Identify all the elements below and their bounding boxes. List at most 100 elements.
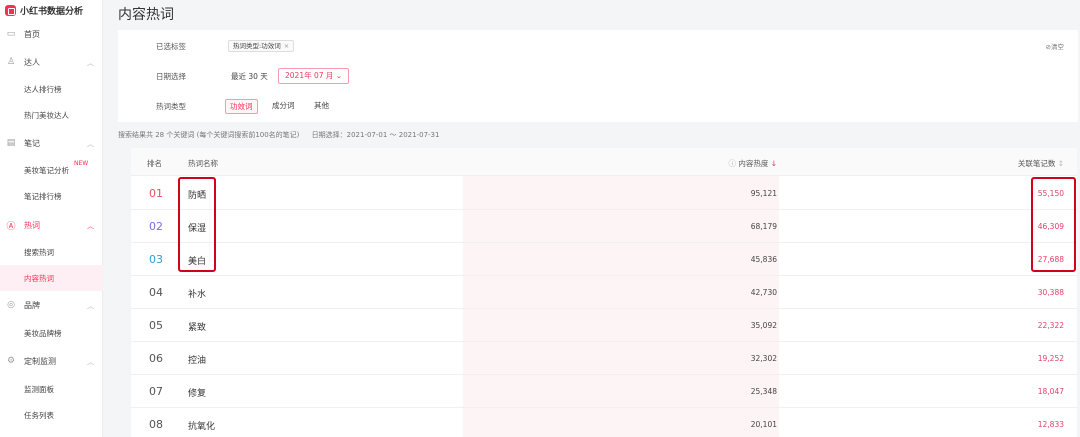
sort-down-icon: ↓	[768, 159, 777, 168]
nav-home[interactable]: ▭ 首页	[0, 21, 103, 47]
row-rank: 06	[149, 352, 163, 365]
row-rank: 03	[149, 253, 163, 266]
nav-monitor-board[interactable]: 监测面板	[0, 376, 103, 402]
hotword-table: 排名 热词名称 ⓘ 内容热度 ↓ 关联笔记数 ↕ 01 防晒 95,121 55…	[131, 148, 1077, 437]
nav-beauty-brand-rank-label: 美妆品牌榜	[24, 328, 62, 338]
info-icon: ⓘ	[728, 159, 739, 168]
header-heat-label: 内容热度	[738, 159, 769, 168]
chevron-up-icon: ︿	[87, 59, 94, 67]
selected-tag-text: 热词类型:功效词	[233, 42, 281, 50]
row-heat: 95,121	[750, 189, 777, 198]
month-value: 2021年 07 月	[285, 71, 334, 80]
clear-button[interactable]: ⊘清空	[1046, 41, 1064, 51]
user-icon: ♙	[6, 57, 16, 67]
chevron-up-icon: ︿	[87, 222, 94, 230]
nav-search-words[interactable]: 搜索热词	[0, 239, 103, 265]
type-option-efficacy[interactable]: 功效词	[225, 98, 258, 114]
row-word: 紧致	[188, 323, 207, 333]
row-heat: 32,302	[750, 354, 777, 363]
row-heat: 25,348	[750, 387, 777, 396]
nav-group-notes[interactable]: ▤ 笔记 ︿	[0, 130, 103, 156]
header-heat[interactable]: ⓘ 内容热度 ↓	[728, 158, 777, 169]
chevron-down-icon: ⌄	[335, 71, 343, 80]
header-word: 热词名称	[188, 159, 218, 168]
row-rank: 04	[149, 286, 163, 299]
chevron-up-icon: ︿	[87, 140, 94, 148]
nav-group-daren[interactable]: ♙ 达人 ︿	[0, 49, 103, 75]
brand[interactable]: 小红书数据分析	[0, 0, 102, 20]
selected-tag[interactable]: 热词类型:功效词 ×	[228, 40, 295, 52]
highlight-box-notes	[1031, 177, 1076, 272]
table-row[interactable]: 02 保湿 68,179 46,309	[131, 210, 1077, 243]
sidebar: 小红书数据分析 ▭ 首页 ♙ 达人 ︿ 达人排行榜 热门美妆达人 ▤ 笔记 ︿ …	[0, 0, 103, 437]
at-icon: Ⓐ	[6, 221, 16, 232]
nav-task-list[interactable]: 任务列表	[0, 402, 103, 428]
close-icon[interactable]: ×	[284, 42, 289, 50]
table-row[interactable]: 03 美白 45,836 27,688	[131, 243, 1077, 276]
result-summary-text: 搜索结果共 28 个关键词 (每个关键词搜索前100名的笔记)	[118, 131, 300, 139]
nav-content-words[interactable]: 内容热词	[0, 265, 103, 291]
row-notes: 12,833	[1037, 420, 1064, 429]
nav-beauty-brand-rank[interactable]: 美妆品牌榜	[0, 320, 103, 346]
page-title: 内容热词	[118, 7, 174, 23]
tag-icon: ◎	[7, 300, 15, 310]
type-label: 热词类型	[156, 101, 186, 111]
header-notes[interactable]: 关联笔记数 ↕	[1018, 158, 1064, 169]
table-row[interactable]: 08 抗氧化 20,101 12,833	[131, 408, 1077, 437]
row-rank: 05	[149, 319, 163, 332]
monitor-icon: ▭	[6, 29, 16, 39]
filter-row-type: 热词类型 功效词 成分词 其他	[118, 97, 1078, 115]
row-heat: 35,092	[750, 321, 777, 330]
row-rank: 01	[149, 187, 163, 200]
table-row[interactable]: 06 控油 32,302 19,252	[131, 342, 1077, 375]
row-word: 补水	[188, 290, 207, 300]
clear-label: 清空	[1051, 43, 1064, 51]
nav-daren-rank[interactable]: 达人排行榜	[0, 76, 103, 102]
nav-note-rank[interactable]: 笔记排行榜	[0, 183, 103, 209]
nav-beauty-note-analysis[interactable]: 美妆笔记分析 NEW	[0, 157, 103, 183]
highlight-box-words	[178, 177, 216, 272]
type-option-other[interactable]: 其他	[310, 99, 333, 114]
chevron-up-icon: ︿	[87, 302, 94, 310]
nav-group-hotwords-label: 热词	[24, 220, 40, 230]
brand-logo-icon	[5, 4, 16, 16]
row-notes: 30,388	[1037, 288, 1064, 297]
nav-daren-rank-label: 达人排行榜	[24, 84, 62, 94]
table-header: 排名 热词名称 ⓘ 内容热度 ↓ 关联笔记数 ↕	[131, 148, 1077, 176]
row-heat: 68,179	[750, 222, 777, 231]
filter-panel: 已选标签 热词类型:功效词 × ⊘清空 日期选择 最近 30 天 2021年 07…	[118, 30, 1078, 122]
table-row[interactable]: 07 修复 25,348 18,047	[131, 375, 1077, 408]
brand-title: 小红书数据分析	[20, 6, 84, 17]
note-icon: ▤	[6, 138, 16, 148]
nav-search-words-label: 搜索热词	[24, 247, 54, 257]
chevron-up-icon: ︿	[87, 358, 94, 366]
nav-group-hotwords[interactable]: Ⓐ 热词 ︿	[0, 212, 103, 238]
result-date-range: 日期选择：2021-07-01 ～ 2021-07-31	[311, 131, 440, 139]
nav-group-brand[interactable]: ◎ 品牌 ︿	[0, 292, 103, 318]
table-row[interactable]: 04 补水 42,730 30,388	[131, 276, 1077, 309]
recent-30-option[interactable]: 最近 30 天	[231, 71, 268, 82]
row-word: 抗氧化	[188, 422, 216, 432]
type-option-ingredient[interactable]: 成分词	[268, 99, 299, 114]
row-rank: 07	[149, 385, 163, 398]
table-row[interactable]: 05 紧致 35,092 22,322	[131, 309, 1077, 342]
nav-group-monitor-label: 定制监测	[24, 356, 56, 366]
nav-home-label: 首页	[24, 29, 40, 39]
nav-group-brand-label: 品牌	[24, 300, 40, 310]
row-notes: 19,252	[1037, 354, 1064, 363]
result-summary: 搜索结果共 28 个关键词 (每个关键词搜索前100名的笔记) 日期选择：202…	[118, 130, 439, 140]
header-rank: 排名	[147, 159, 162, 168]
selected-label: 已选标签	[156, 41, 186, 51]
row-rank: 02	[149, 220, 163, 233]
nav-monitor-board-label: 监测面板	[24, 384, 54, 394]
filter-row-selected: 已选标签 热词类型:功效词 × ⊘清空	[118, 37, 1078, 55]
month-picker[interactable]: 2021年 07 月 ⌄	[278, 68, 350, 84]
row-notes: 18,047	[1037, 387, 1064, 396]
sort-icon: ↕	[1055, 159, 1064, 168]
nav-beauty-daren[interactable]: 热门美妆达人	[0, 102, 103, 128]
new-badge: NEW	[74, 160, 89, 167]
row-rank: 08	[149, 418, 163, 431]
settings-icon: ⚙	[6, 356, 16, 366]
nav-group-monitor[interactable]: ⚙ 定制监测 ︿	[0, 348, 103, 374]
table-row[interactable]: 01 防晒 95,121 55,150	[131, 177, 1077, 210]
